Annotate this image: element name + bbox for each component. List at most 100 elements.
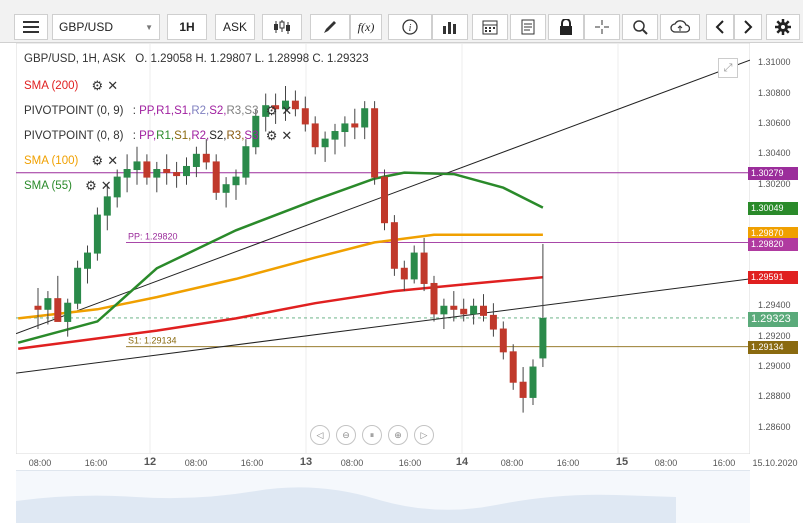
sma100-remove-icon[interactable]: ✕	[107, 153, 118, 169]
lock-icon	[560, 19, 572, 35]
sma55-settings-icon[interactable]: ⚙	[85, 178, 97, 194]
instrument-line: GBP/USD, 1H, ASK	[24, 53, 126, 65]
reset-icon: ⏸	[369, 429, 375, 440]
pivot-item: S2,	[209, 105, 227, 118]
pivot2-settings-icon[interactable]: ⚙	[266, 128, 278, 144]
ohlc-values: O. 1.29058 H. 1.29807 L. 1.28998 C. 1.29…	[135, 53, 369, 65]
candle-body	[371, 108, 379, 178]
info-button[interactable]: i	[388, 14, 432, 40]
candle-body	[113, 176, 121, 198]
candle-body	[232, 176, 240, 186]
scroll-left-button[interactable]	[706, 14, 734, 40]
instrument-header: GBP/USD, 1H, ASK O. 1.29058 H. 1.29807 L…	[24, 53, 369, 65]
candle-body	[74, 267, 82, 304]
candle-body	[440, 305, 448, 315]
price-label: 1.30279	[748, 166, 798, 180]
chevron-left-icon: ◁	[316, 429, 324, 440]
time-tick: 12	[143, 456, 157, 468]
legend-pivot2: PIVOTPOINT (0, 8) : PP,R1,S1,R2,S2,R3,S3…	[24, 128, 292, 144]
candle-body	[242, 146, 250, 178]
candle-body	[539, 317, 547, 359]
pivot-item: S3	[244, 130, 259, 143]
zoom-out-button[interactable]: ⊖	[336, 425, 356, 445]
price-tick: 1.30200	[758, 178, 791, 189]
sma200-remove-icon[interactable]: ✕	[107, 78, 118, 94]
zoom-in-button[interactable]: ⊕	[388, 425, 408, 445]
svg-text:i: i	[409, 23, 412, 34]
volume-button[interactable]	[432, 14, 468, 40]
price-tick: 1.30600	[758, 117, 791, 128]
draw-button[interactable]	[310, 14, 350, 40]
notes-button[interactable]	[510, 14, 546, 40]
candle-body	[133, 161, 141, 171]
candle-body	[410, 252, 418, 280]
scroll-right-button[interactable]	[734, 14, 762, 40]
candle-body	[499, 328, 507, 353]
pivot2-remove-icon[interactable]: ✕	[281, 128, 292, 144]
sma100-settings-icon[interactable]: ⚙	[92, 153, 104, 169]
price-tick: 1.30800	[758, 87, 791, 98]
reset-button[interactable]: ⏸	[362, 425, 382, 445]
info-icon: i	[402, 19, 418, 35]
price-label: 1.30049	[748, 201, 798, 215]
time-tick: 15	[615, 456, 629, 468]
time-tick: 16:00	[398, 458, 422, 468]
candle-body	[480, 305, 487, 316]
upload-button[interactable]	[660, 14, 700, 40]
candle-body	[103, 196, 111, 216]
candle-body	[183, 165, 190, 177]
lock-button[interactable]	[548, 14, 584, 40]
indicators-button[interactable]: f(x)	[350, 14, 382, 40]
time-tick: 16:00	[556, 458, 580, 468]
chart-type-button[interactable]	[262, 14, 302, 40]
pivot-item: R2,	[191, 130, 210, 143]
legend-sma55: SMA (55) ⚙ ✕	[24, 178, 112, 194]
candle-body	[84, 252, 91, 269]
menu-button[interactable]	[14, 14, 48, 40]
pivot2-sep: :	[132, 130, 136, 143]
symbol-select[interactable]: GBP/USD ▼	[52, 14, 160, 40]
expand-icon: ⤢	[723, 61, 733, 74]
candle-body	[212, 161, 220, 193]
candle-body	[430, 282, 438, 315]
candle-body	[381, 176, 388, 224]
legend-sma100: SMA (100) ⚙ ✕	[24, 153, 118, 169]
bar-chart-icon	[443, 22, 456, 34]
candle-body	[331, 131, 339, 140]
nav-prev-button[interactable]: ◁	[310, 425, 330, 445]
expand-button[interactable]: ⤢	[718, 58, 738, 78]
candle-body	[311, 123, 319, 148]
price-tick: 1.29000	[758, 361, 791, 372]
candle-body	[291, 100, 299, 110]
candle-body	[529, 366, 537, 398]
candle-body	[390, 222, 398, 269]
chevron-right-icon: ▷	[420, 429, 428, 440]
price-type-button[interactable]: ASK	[215, 14, 255, 40]
price-tick: 1.30400	[758, 148, 791, 159]
nav-next-button[interactable]: ▷	[414, 425, 434, 445]
calendar-button[interactable]	[472, 14, 508, 40]
crosshair-button[interactable]	[584, 14, 620, 40]
pivot1-remove-icon[interactable]: ✕	[281, 103, 292, 119]
sma200-settings-icon[interactable]: ⚙	[92, 78, 104, 94]
time-tick: 08:00	[500, 458, 524, 468]
sma55-remove-icon[interactable]: ✕	[101, 178, 112, 194]
price-tick: 1.29200	[758, 330, 791, 341]
candle-body	[202, 153, 210, 163]
candle-body	[173, 172, 181, 177]
crosshair-icon	[595, 20, 609, 34]
pivot-item: R1,	[156, 105, 175, 118]
candle-body	[361, 108, 369, 128]
pivot1-settings-icon[interactable]: ⚙	[266, 103, 278, 119]
candle-body	[400, 267, 408, 280]
timeframe-button[interactable]: 1H	[167, 14, 207, 40]
candle-body	[192, 153, 200, 167]
candle-body	[301, 108, 309, 125]
zoom-button[interactable]	[622, 14, 658, 40]
settings-button[interactable]	[766, 14, 800, 40]
candle-body	[460, 308, 468, 315]
chevron-right-icon	[744, 20, 753, 34]
candle-body	[34, 305, 42, 310]
navigator-pane[interactable]	[16, 470, 750, 523]
chart-nav: ◁ ⊖ ⏸ ⊕ ▷	[310, 425, 434, 445]
